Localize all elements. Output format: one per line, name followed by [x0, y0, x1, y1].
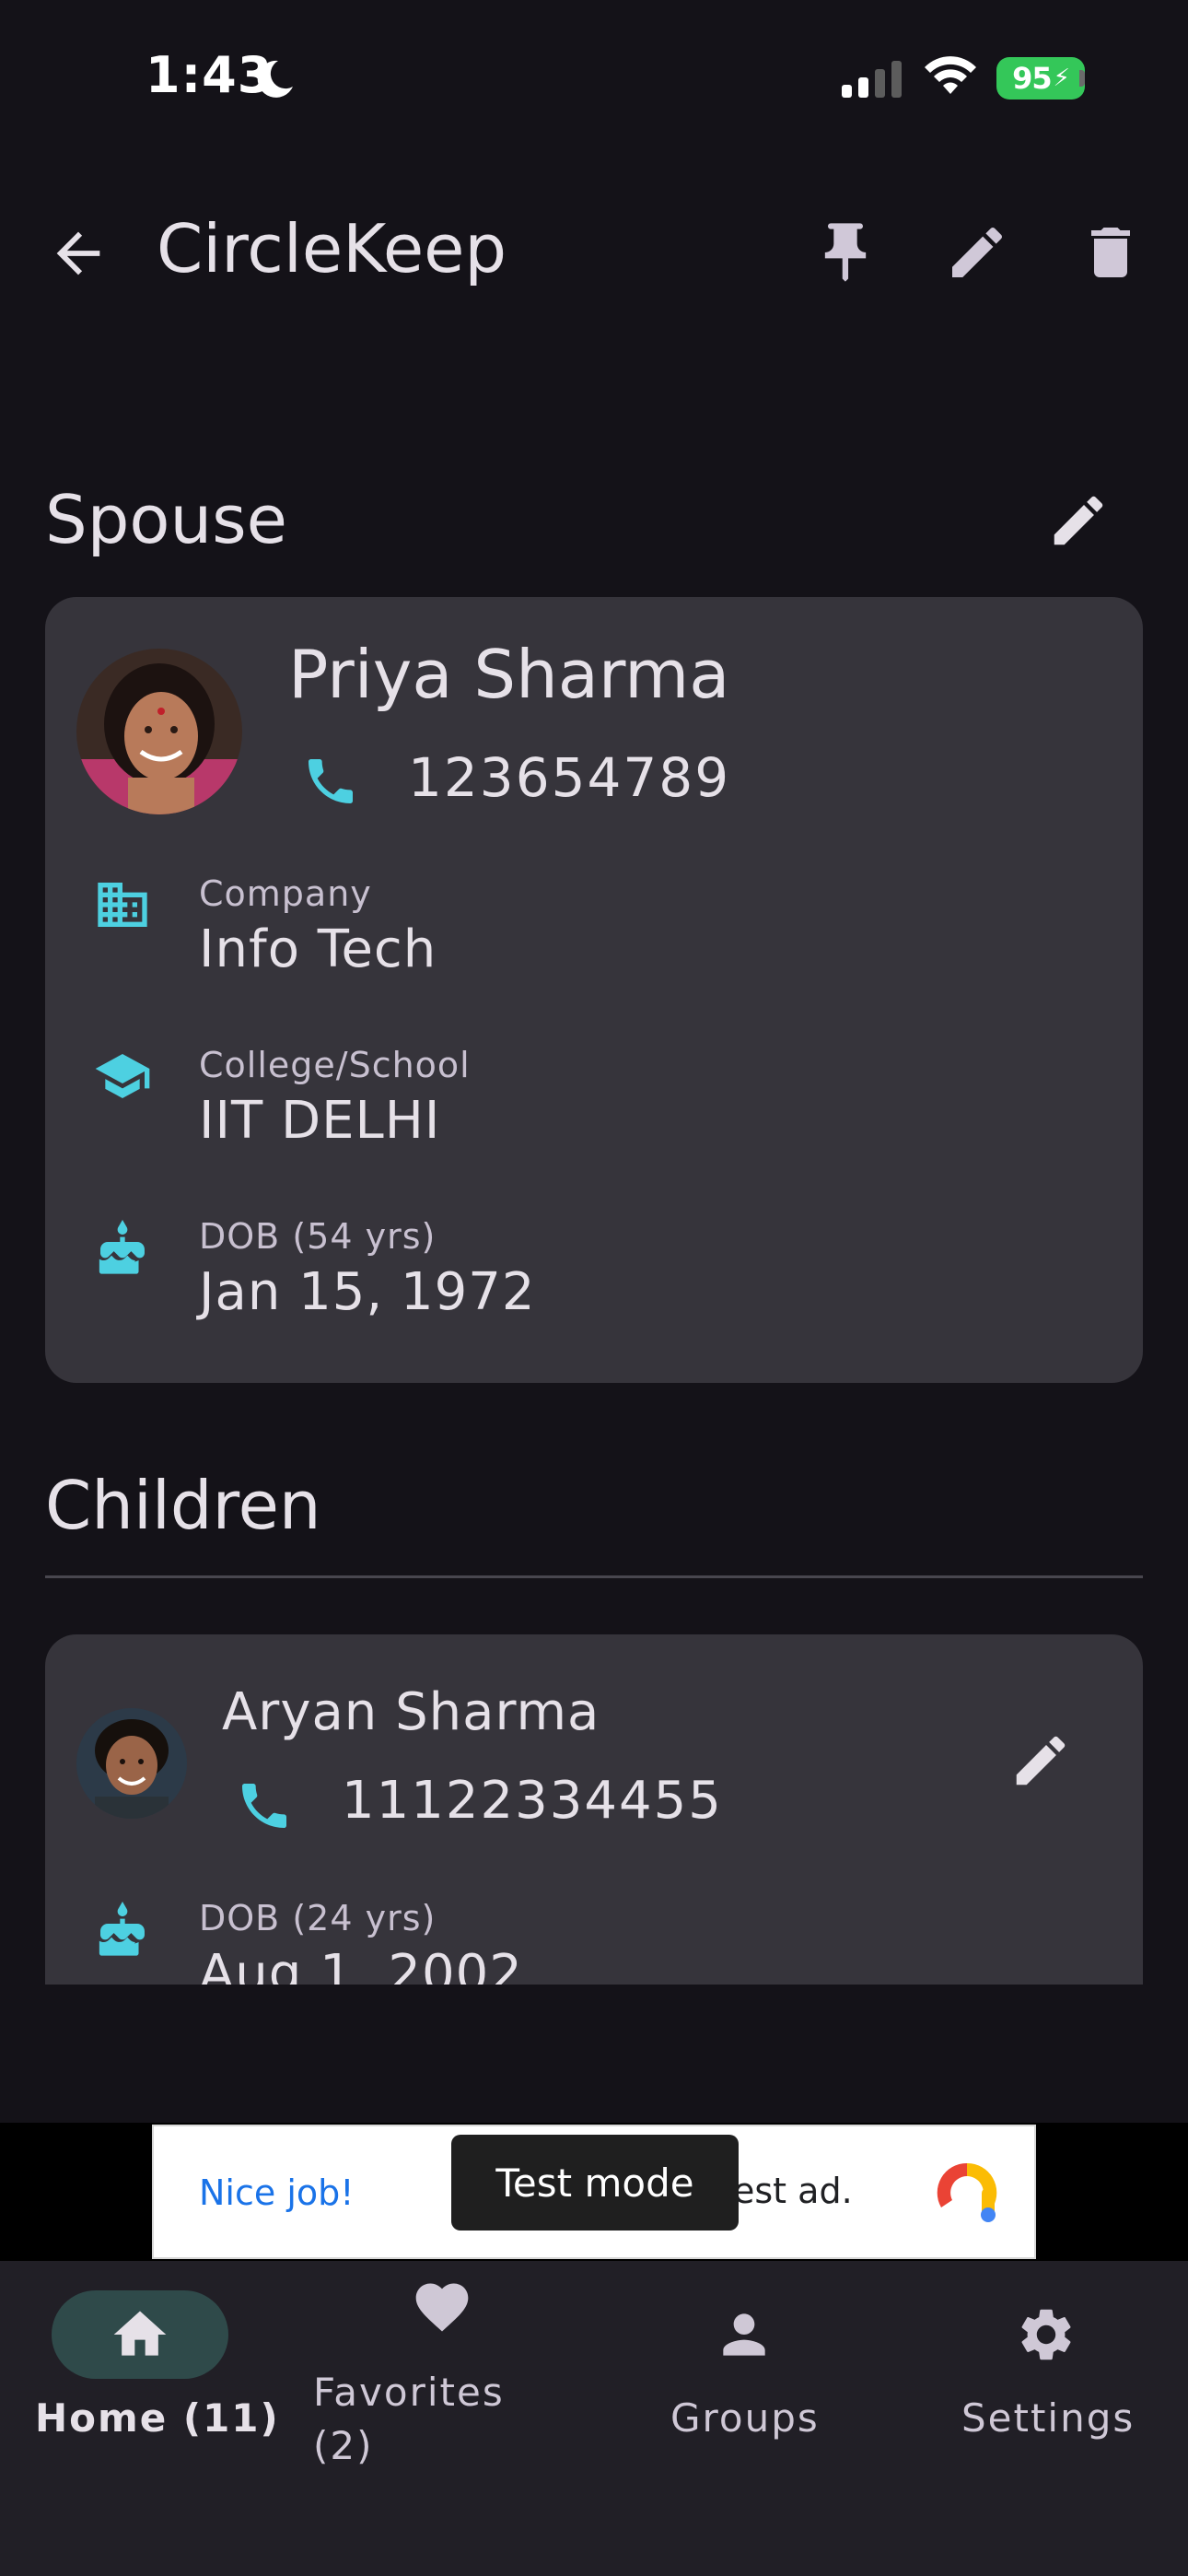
- dob-value: Jan 15, 1972: [199, 1262, 536, 1322]
- child-card[interactable]: Aryan Sharma 11122334455 DOB (24 yrs) Au…: [45, 1634, 1143, 1985]
- spouse-card[interactable]: Priya Sharma 123654789 Company Info Tech…: [45, 597, 1143, 1383]
- spouse-avatar: [76, 649, 242, 814]
- wifi-icon: [925, 56, 976, 94]
- pin-icon[interactable]: [810, 217, 880, 287]
- app-title: CircleKeep: [157, 210, 507, 287]
- section-divider: [45, 1575, 1143, 1578]
- gear-icon[interactable]: [1015, 2303, 1077, 2366]
- edit-child-pencil-icon[interactable]: [1008, 1728, 1073, 1793]
- nav-settings-label[interactable]: Settings: [961, 2392, 1135, 2445]
- company-label: Company: [199, 873, 372, 914]
- edit-icon[interactable]: [944, 219, 1010, 286]
- child-avatar: [76, 1708, 187, 1819]
- battery-cap: [1079, 70, 1085, 87]
- cake-icon: [99, 1220, 145, 1274]
- spouse-name: Priya Sharma: [288, 636, 730, 713]
- nav-favorites-label[interactable]: Favorites (2): [313, 2366, 505, 2473]
- arrow-back-icon[interactable]: [46, 221, 111, 286]
- nav-home-label[interactable]: Home (11): [35, 2392, 280, 2445]
- ad-text: est ad.: [733, 2171, 853, 2211]
- spouse-section-title: Spouse: [45, 481, 287, 558]
- ad-nice-job[interactable]: Nice job!: [199, 2172, 355, 2213]
- home-icon[interactable]: [109, 2303, 171, 2366]
- building-icon: [98, 883, 147, 927]
- battery-level: 95: [1012, 61, 1053, 96]
- children-section-title: Children: [45, 1467, 321, 1544]
- child-name: Aryan Sharma: [222, 1682, 600, 1742]
- cake-icon: [99, 1902, 145, 1956]
- college-value: IIT DELHI: [199, 1091, 441, 1151]
- company-value: Info Tech: [199, 919, 437, 979]
- person-icon[interactable]: [713, 2303, 775, 2366]
- moon-icon: [257, 60, 293, 98]
- child-phone[interactable]: 11122334455: [342, 1771, 723, 1831]
- charging-bolt-icon: ⚡: [1053, 64, 1070, 92]
- test-mode-badge: Test mode: [451, 2135, 739, 2231]
- college-label: College/School: [199, 1045, 471, 1085]
- dob-label: DOB (54 yrs): [199, 1216, 437, 1257]
- child-dob-value: Aug 1, 2002: [199, 1944, 523, 1985]
- heart-icon[interactable]: [411, 2276, 473, 2338]
- screen: 1:43 95 ⚡ CircleKeep Spouse Priya Sharma…: [0, 0, 1188, 2576]
- spouse-phone[interactable]: 123654789: [408, 746, 730, 809]
- phone-icon[interactable]: [301, 752, 360, 811]
- cellular-signal-icon: [842, 61, 902, 98]
- child-dob-label: DOB (24 yrs): [199, 1898, 437, 1938]
- graduation-cap-icon: [95, 1054, 150, 1098]
- trash-icon[interactable]: [1077, 219, 1144, 286]
- nav-groups-label[interactable]: Groups: [670, 2392, 820, 2445]
- phone-icon[interactable]: [235, 1776, 294, 1835]
- ad-logo-icon: [937, 2162, 997, 2222]
- edit-spouse-pencil-icon[interactable]: [1046, 488, 1111, 553]
- battery-indicator: 95 ⚡: [996, 57, 1085, 100]
